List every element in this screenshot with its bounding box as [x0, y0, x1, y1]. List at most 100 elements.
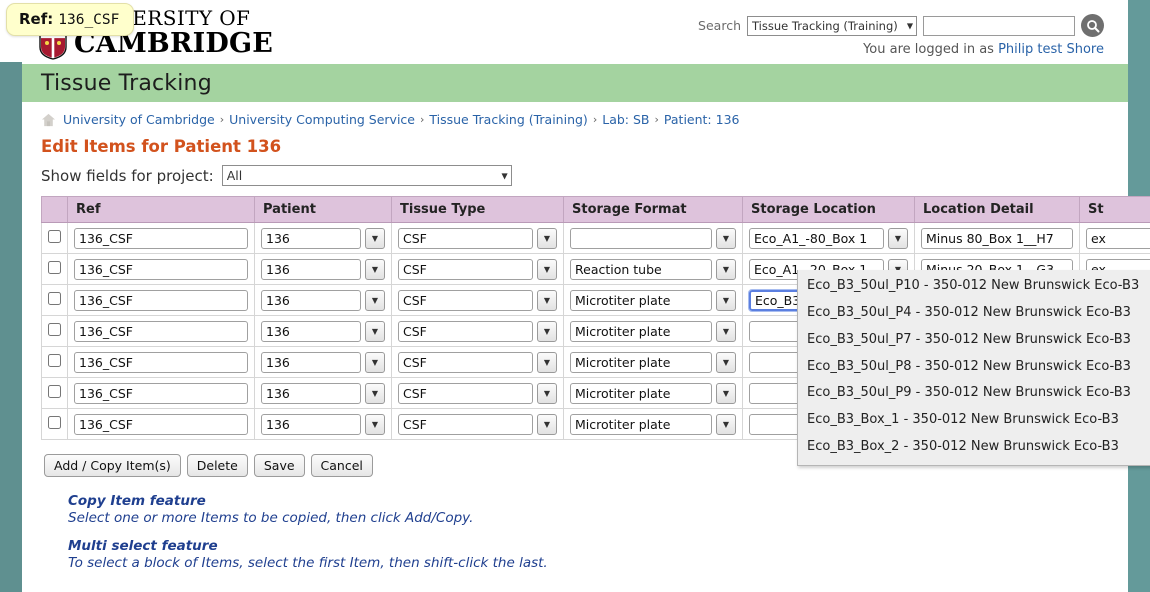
- patient-input[interactable]: [261, 351, 361, 373]
- patient-input[interactable]: [261, 227, 361, 249]
- storage-format-input[interactable]: [570, 413, 712, 435]
- ref-input[interactable]: [74, 413, 248, 435]
- storage-format-dropdown-button[interactable]: ▼: [716, 413, 736, 435]
- storage-format-input[interactable]: [570, 320, 712, 342]
- autocomplete-option[interactable]: Eco_B3_50ul_P7 - 350-012 New Brunswick E…: [798, 327, 1150, 354]
- row-select-checkbox[interactable]: [48, 415, 61, 429]
- ref-input[interactable]: [74, 351, 248, 373]
- patient-dropdown-button[interactable]: ▼: [365, 413, 385, 435]
- search-button[interactable]: [1081, 14, 1104, 37]
- row-select-cell[interactable]: [41, 346, 68, 378]
- storage-format-input[interactable]: [570, 289, 712, 311]
- location-detail-combo: [921, 227, 1073, 249]
- row-select-cell[interactable]: [41, 284, 68, 316]
- patient-input[interactable]: [261, 289, 361, 311]
- autocomplete-option[interactable]: Eco_B3_Box_2 - 350-012 New Brunswick Eco…: [798, 434, 1150, 461]
- tissue-type-input[interactable]: [398, 382, 533, 404]
- ref-input[interactable]: [74, 320, 248, 342]
- tissue-type-dropdown-button[interactable]: ▼: [537, 413, 557, 435]
- breadcrumb-item-4[interactable]: Patient: 136: [664, 112, 740, 127]
- tissue-type-combo: ▼: [398, 382, 557, 404]
- storage-format-dropdown-button[interactable]: ▼: [716, 289, 736, 311]
- location-detail-input[interactable]: [921, 227, 1073, 249]
- tissue-type-dropdown-button[interactable]: ▼: [537, 258, 557, 280]
- cancel-button[interactable]: Cancel: [310, 454, 373, 477]
- tissue-type-input[interactable]: [398, 320, 533, 342]
- patient-input[interactable]: [261, 382, 361, 404]
- storage-format-input[interactable]: [570, 351, 712, 373]
- search-scope-wrap: Tissue Tracking (Training): [747, 15, 917, 36]
- row-select-checkbox[interactable]: [48, 291, 61, 305]
- cell-tissue-type: ▼: [391, 346, 564, 378]
- row-select-cell[interactable]: [41, 315, 68, 347]
- tissue-type-dropdown-button[interactable]: ▼: [537, 289, 557, 311]
- cell-storage-format: ▼: [563, 408, 743, 440]
- row-select-checkbox[interactable]: [48, 229, 61, 243]
- autocomplete-option[interactable]: Eco_B3_50ul_P9 - 350-012 New Brunswick E…: [798, 380, 1150, 407]
- patient-dropdown-button[interactable]: ▼: [365, 382, 385, 404]
- status-input[interactable]: [1086, 227, 1150, 249]
- left-gutter: [0, 0, 22, 592]
- ref-input[interactable]: [74, 382, 248, 404]
- cell-patient: ▼: [254, 284, 392, 316]
- autocomplete-option[interactable]: Eco_B3_Box_1 - 350-012 New Brunswick Eco…: [798, 407, 1150, 434]
- row-select-cell[interactable]: [41, 253, 68, 285]
- tissue-type-input[interactable]: [398, 289, 533, 311]
- delete-button[interactable]: Delete: [186, 454, 248, 477]
- patient-input[interactable]: [261, 413, 361, 435]
- tissue-type-dropdown-button[interactable]: ▼: [537, 382, 557, 404]
- breadcrumb-item-0[interactable]: University of Cambridge: [63, 112, 215, 127]
- ref-input[interactable]: [74, 227, 248, 249]
- patient-input[interactable]: [261, 258, 361, 280]
- search-scope-select[interactable]: Tissue Tracking (Training): [747, 15, 917, 36]
- patient-input[interactable]: [261, 320, 361, 342]
- table-row[interactable]: ▼ ▼ ▼ ▼: [41, 222, 1150, 254]
- storage-format-dropdown-button[interactable]: ▼: [716, 382, 736, 404]
- ref-tooltip-label: Ref:: [19, 10, 54, 28]
- tissue-type-dropdown-button[interactable]: ▼: [537, 351, 557, 373]
- storage-format-input[interactable]: [570, 382, 712, 404]
- project-select[interactable]: All: [221, 165, 512, 186]
- storage-format-dropdown-button[interactable]: ▼: [716, 351, 736, 373]
- patient-dropdown-button[interactable]: ▼: [365, 351, 385, 373]
- patient-dropdown-button[interactable]: ▼: [365, 320, 385, 342]
- autocomplete-option[interactable]: Eco_B3_50ul_P8 - 350-012 New Brunswick E…: [798, 354, 1150, 381]
- row-select-cell[interactable]: [41, 222, 68, 254]
- current-user-link[interactable]: Philip test Shore: [998, 42, 1104, 57]
- patient-dropdown-button[interactable]: ▼: [365, 258, 385, 280]
- search-input[interactable]: [923, 15, 1075, 36]
- storage-format-input[interactable]: [570, 258, 712, 280]
- breadcrumb-item-3[interactable]: Lab: SB: [602, 112, 649, 127]
- tissue-type-input[interactable]: [398, 227, 533, 249]
- tissue-type-input[interactable]: [398, 258, 533, 280]
- storage-location-autocomplete-menu[interactable]: Eco_B3_50ul_P10 - 350-012 New Brunswick …: [797, 270, 1150, 466]
- storage-format-input[interactable]: [570, 227, 712, 249]
- cell-tissue-type: ▼: [391, 284, 564, 316]
- row-select-checkbox[interactable]: [48, 353, 61, 367]
- tissue-type-dropdown-button[interactable]: ▼: [537, 320, 557, 342]
- add-copy-items-button[interactable]: Add / Copy Item(s): [44, 454, 181, 477]
- breadcrumb-item-1[interactable]: University Computing Service: [229, 112, 415, 127]
- storage-format-dropdown-button[interactable]: ▼: [716, 320, 736, 342]
- tissue-type-input[interactable]: [398, 413, 533, 435]
- storage-location-input[interactable]: [749, 227, 884, 249]
- autocomplete-option[interactable]: Eco_B3_50ul_P4 - 350-012 New Brunswick E…: [798, 300, 1150, 327]
- ref-input[interactable]: [74, 258, 248, 280]
- ref-input[interactable]: [74, 289, 248, 311]
- patient-dropdown-button[interactable]: ▼: [365, 227, 385, 249]
- row-select-checkbox[interactable]: [48, 322, 61, 336]
- row-select-checkbox[interactable]: [48, 384, 61, 398]
- cell-patient: ▼: [254, 377, 392, 409]
- storage-format-dropdown-button[interactable]: ▼: [716, 258, 736, 280]
- row-select-cell[interactable]: [41, 408, 68, 440]
- save-button[interactable]: Save: [253, 454, 305, 477]
- storage-format-dropdown-button[interactable]: ▼: [716, 227, 736, 249]
- tissue-type-dropdown-button[interactable]: ▼: [537, 227, 557, 249]
- breadcrumb-item-2[interactable]: Tissue Tracking (Training): [429, 112, 587, 127]
- patient-dropdown-button[interactable]: ▼: [365, 289, 385, 311]
- autocomplete-option[interactable]: Eco_B3_50ul_P10 - 350-012 New Brunswick …: [798, 273, 1150, 300]
- tissue-type-input[interactable]: [398, 351, 533, 373]
- row-select-cell[interactable]: [41, 377, 68, 409]
- storage-location-dropdown-button[interactable]: ▼: [888, 227, 908, 249]
- row-select-checkbox[interactable]: [48, 260, 61, 274]
